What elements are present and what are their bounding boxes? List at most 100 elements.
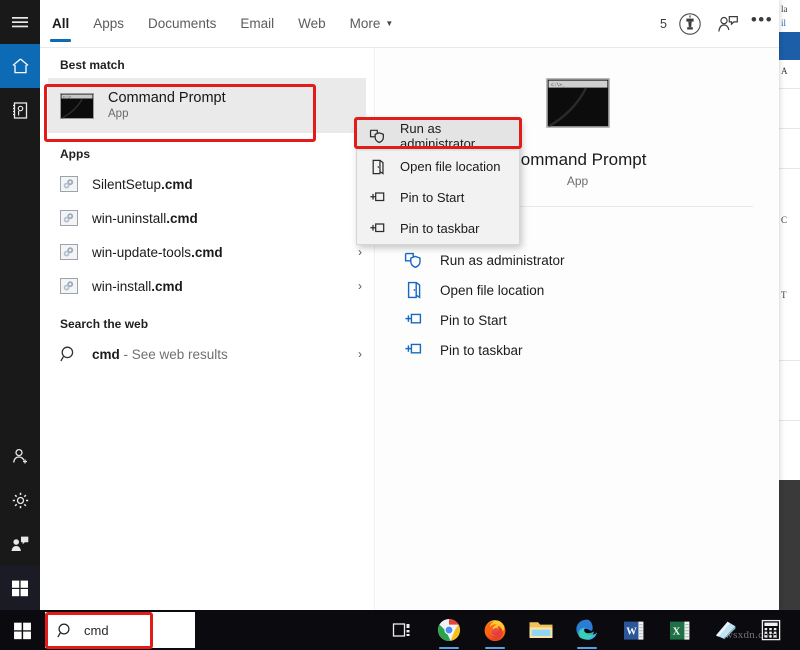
word-icon: W: [622, 619, 645, 642]
tab-web[interactable]: Web: [286, 0, 338, 48]
command-prompt-icon: c:\>_: [546, 78, 610, 128]
bg-rule: [779, 420, 800, 421]
context-menu: Run as administrator Open file location: [356, 119, 520, 245]
preview-action-pin-to-start[interactable]: Pin to Start: [404, 305, 779, 335]
more-options-button[interactable]: •••: [745, 7, 779, 41]
context-menu-item-label: Open file location: [400, 159, 500, 174]
command-prompt-icon: c:\>: [60, 93, 94, 119]
list-item-app[interactable]: win-uninstall.cmd ›: [40, 201, 374, 235]
bg-text-fragment: il: [781, 18, 786, 28]
feedback-icon: [717, 14, 739, 34]
search-icon: [60, 345, 78, 363]
taskbar-button-mozilla-firefox[interactable]: [472, 610, 518, 650]
tab-label: Web: [298, 16, 326, 31]
rail-item-windows-start[interactable]: [0, 566, 40, 610]
tab-label: Email: [240, 16, 274, 31]
bg-text-fragment: A: [781, 66, 788, 76]
feedback-person-icon: [10, 535, 30, 553]
rail-item-home[interactable]: [0, 44, 40, 88]
bg-text-fragment: la: [781, 4, 788, 14]
preview-action-pin-to-taskbar[interactable]: Pin to taskbar: [404, 335, 779, 365]
app-name: win-update-tools.cmd: [92, 245, 358, 260]
chevron-down-icon: ▼: [385, 19, 393, 28]
background-browser-window[interactable]: la il A C T: [778, 0, 800, 610]
context-menu-item-pin-to-taskbar[interactable]: Pin to taskbar: [357, 213, 519, 244]
windows-logo-icon: [11, 579, 29, 597]
tab-label: Documents: [148, 16, 216, 31]
bg-text-fragment: T: [781, 290, 787, 300]
preview-action-run-as-administrator[interactable]: Run as administrator: [404, 245, 779, 275]
preview-action-open-file-location[interactable]: Open file location: [404, 275, 779, 305]
search-input-value: cmd: [84, 623, 109, 638]
taskbar-button-google-chrome[interactable]: [426, 610, 472, 650]
cmd-file-icon: [60, 278, 78, 294]
list-item-web-search[interactable]: cmd - See web results ›: [40, 337, 374, 371]
taskbar-button-microsoft-edge[interactable]: [564, 610, 610, 650]
watermark-text: wsxdn.com: [725, 629, 778, 641]
gear-icon: [11, 491, 30, 510]
taskbar-button-task-view[interactable]: [380, 610, 426, 650]
taskbar-button-microsoft-word[interactable]: W: [610, 610, 656, 650]
tab-documents[interactable]: Documents: [136, 0, 228, 48]
search-left-rail: [0, 0, 40, 610]
tab-label: More: [350, 16, 381, 31]
tab-email[interactable]: Email: [228, 0, 286, 48]
microsoft-rewards-icon: [673, 7, 707, 41]
svg-text:W: W: [626, 626, 637, 637]
taskbar-search-input[interactable]: cmd: [45, 612, 195, 648]
shield-run-icon: [404, 251, 424, 269]
context-menu-item-label: Run as administrator: [400, 121, 519, 151]
bg-rule: [779, 128, 800, 129]
web-search-label: cmd - See web results: [92, 347, 358, 362]
cmd-file-icon: [60, 244, 78, 260]
list-item-app[interactable]: win-update-tools.cmd ›: [40, 235, 374, 269]
rail-item-settings[interactable]: [0, 478, 40, 522]
rewards-indicator[interactable]: 5: [660, 7, 707, 41]
chevron-right-icon[interactable]: ›: [358, 347, 362, 361]
search-the-web-heading: Search the web: [40, 303, 374, 337]
start-button[interactable]: [0, 610, 45, 650]
taskbar-button-file-explorer[interactable]: [518, 610, 564, 650]
pin-icon: [369, 190, 387, 206]
context-menu-item-run-as-administrator[interactable]: Run as administrator: [357, 120, 519, 151]
rewards-count: 5: [660, 17, 667, 31]
notebook-icon: [11, 101, 29, 120]
edge-icon: [575, 618, 599, 642]
chevron-right-icon[interactable]: ›: [358, 245, 362, 259]
feedback-button[interactable]: [711, 7, 745, 41]
shield-run-icon: [369, 128, 387, 144]
tab-more[interactable]: More ▼: [338, 0, 406, 48]
tab-apps[interactable]: Apps: [81, 0, 136, 48]
task-view-icon: [392, 620, 414, 640]
rail-item-feedback[interactable]: [0, 522, 40, 566]
bg-rule: [779, 168, 800, 169]
home-icon: [11, 57, 30, 75]
taskbar-button-microsoft-excel[interactable]: X: [656, 610, 702, 650]
bg-rule: [779, 360, 800, 361]
context-menu-item-pin-to-start[interactable]: Pin to Start: [357, 182, 519, 213]
tab-all[interactable]: All: [40, 0, 81, 48]
list-item-app[interactable]: win-install.cmd ›: [40, 269, 374, 303]
excel-icon: X: [668, 619, 691, 642]
chrome-icon: [437, 618, 461, 642]
best-match-command-prompt[interactable]: c:\> Command Prompt App: [48, 78, 366, 133]
list-item-app[interactable]: SilentSetup.cmd ›: [40, 167, 374, 201]
pin-icon: [404, 311, 424, 329]
folder-location-icon: [404, 281, 424, 299]
rail-item-notebook[interactable]: [0, 88, 40, 132]
search-filter-tabbar: All Apps Documents Email Web More ▼ 5: [40, 0, 779, 48]
app-name: win-uninstall.cmd: [92, 211, 358, 226]
ellipsis-icon: •••: [751, 10, 773, 38]
folder-icon: [528, 619, 554, 641]
tab-label: All: [52, 16, 69, 31]
bg-text-fragment: C: [781, 215, 787, 225]
windows-logo-icon: [13, 621, 32, 640]
search-results-column: Best match c:\> Command Prompt App Apps: [40, 48, 375, 610]
chevron-right-icon[interactable]: ›: [358, 279, 362, 293]
context-menu-item-open-file-location[interactable]: Open file location: [357, 151, 519, 182]
hamburger-menu-button[interactable]: [0, 0, 40, 44]
pin-icon: [404, 341, 424, 359]
windows-taskbar: cmd: [0, 610, 800, 650]
rail-item-account[interactable]: [0, 434, 40, 478]
bg-dark-panel: [779, 480, 800, 610]
